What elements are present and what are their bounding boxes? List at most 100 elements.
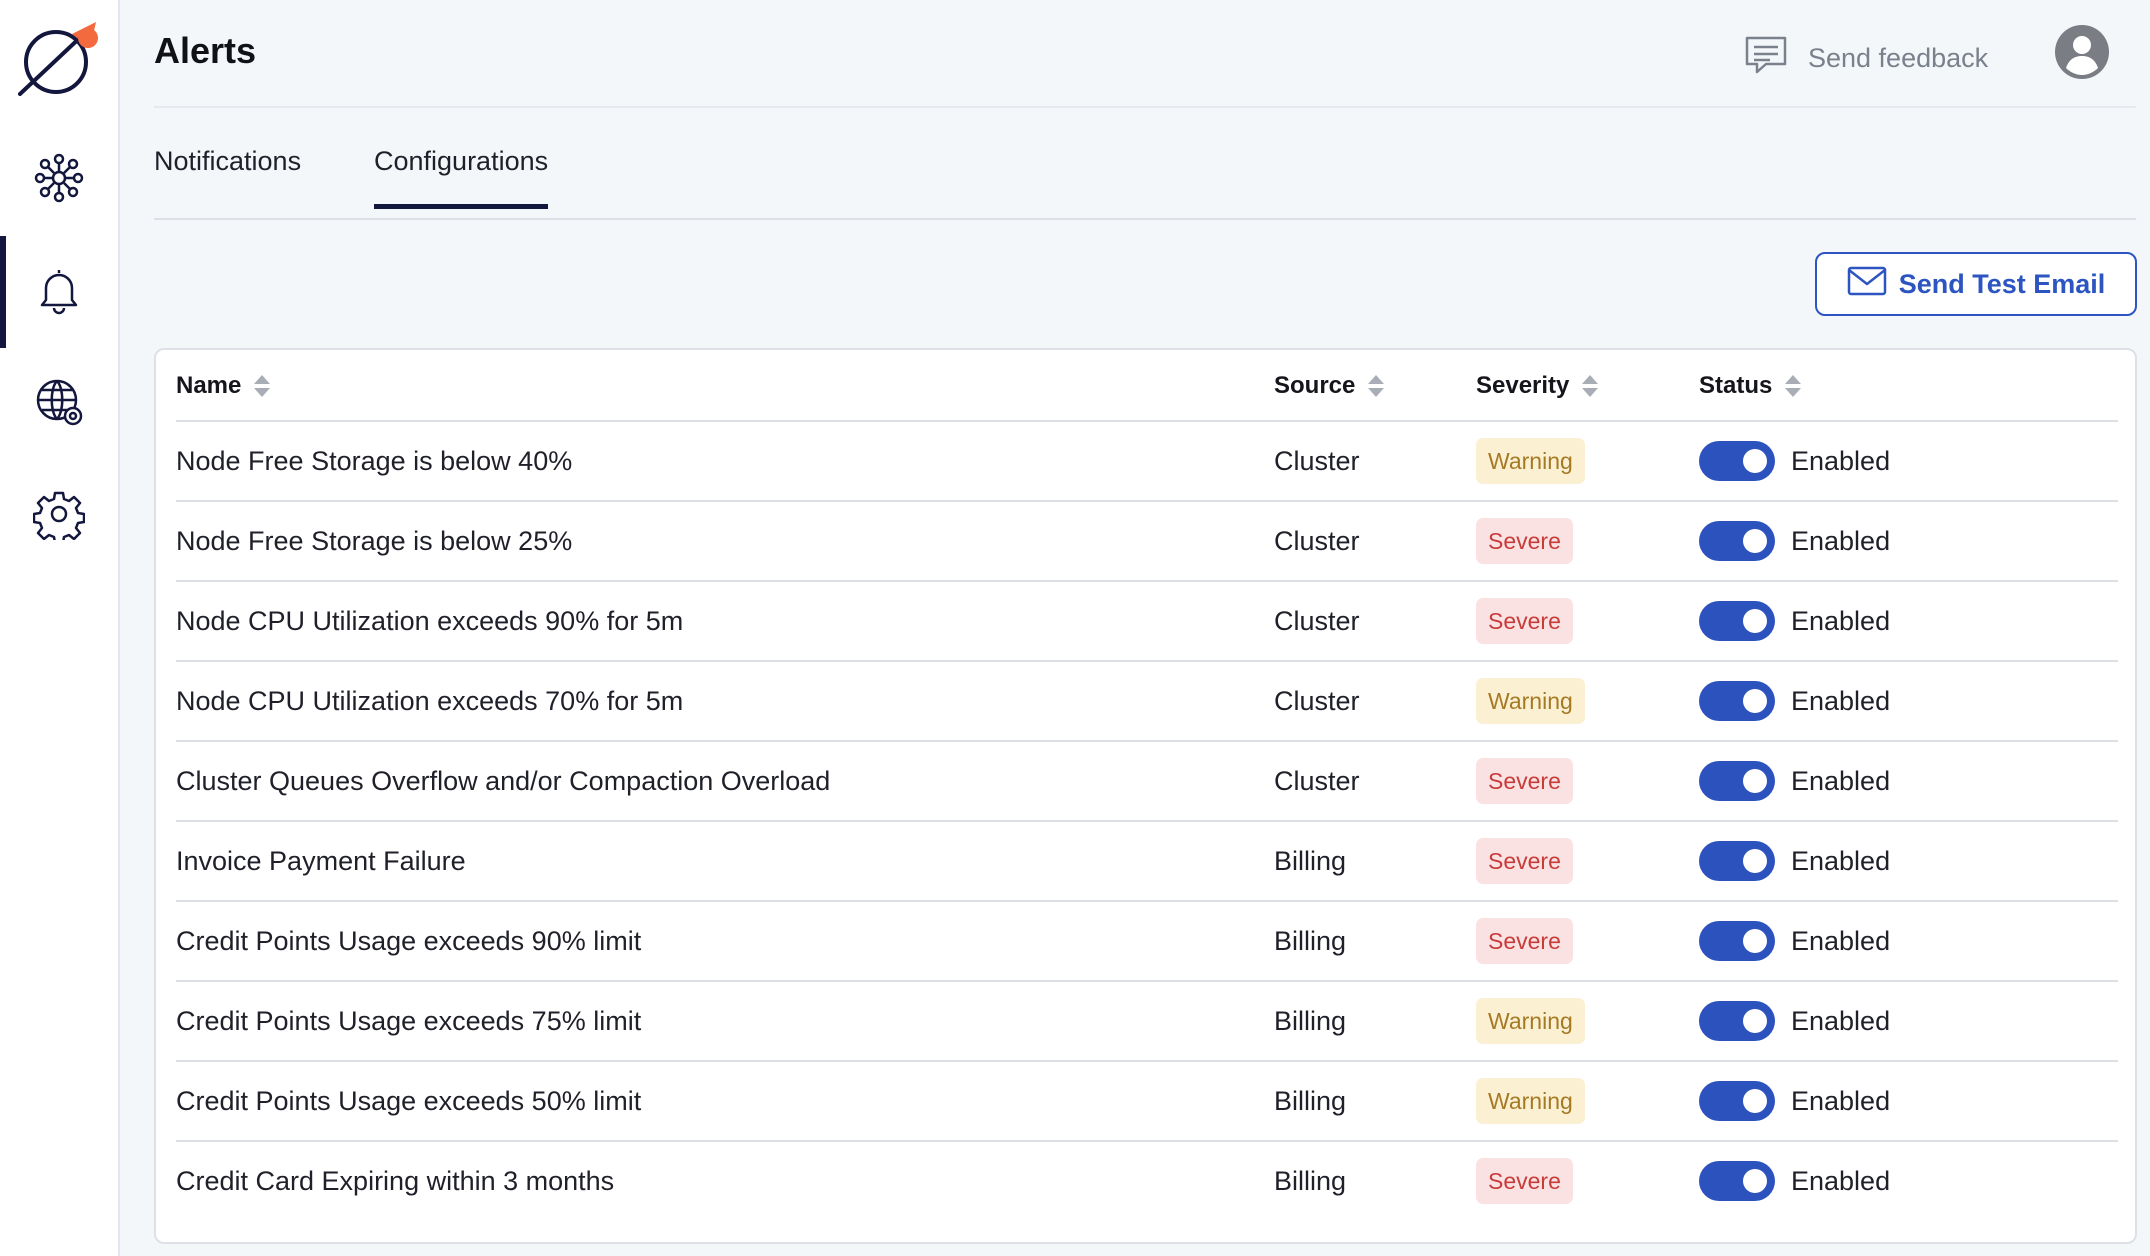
severity-cell: Severe — [1476, 742, 1573, 820]
alert-name: Cluster Queues Overflow and/or Compactio… — [176, 765, 831, 796]
severity-cell: Warning — [1476, 662, 1585, 740]
status-toggle[interactable] — [1699, 761, 1775, 801]
send-feedback-button[interactable]: Send feedback — [1744, 34, 1988, 82]
column-header-label: Status — [1699, 372, 1773, 399]
alerts-table-card: Name Source Severity Status Node Free St… — [154, 348, 2137, 1244]
alert-source: Billing — [1274, 1005, 1347, 1036]
status-toggle[interactable] — [1699, 601, 1775, 641]
table-row: Credit Card Expiring within 3 months Bill… — [176, 1142, 2118, 1222]
send-test-email-button[interactable]: Send Test Email — [1815, 252, 2137, 316]
severity-cell: Severe — [1476, 902, 1573, 980]
status-cell: Enabled — [1699, 422, 1890, 500]
status-toggle[interactable] — [1699, 921, 1775, 961]
status-cell: Enabled — [1699, 742, 1890, 820]
status-toggle[interactable] — [1699, 1161, 1775, 1201]
sort-icon — [1785, 375, 1802, 397]
status-toggle[interactable] — [1699, 841, 1775, 881]
status-toggle[interactable] — [1699, 1081, 1775, 1121]
alerts-table: Name Source Severity Status Node Free St… — [176, 350, 2118, 1222]
severity-cell: Severe — [1476, 1142, 1573, 1220]
alert-name: Credit Points Usage exceeds 90% limit — [176, 925, 642, 956]
status-label: Enabled — [1791, 605, 1891, 636]
page-title: Alerts — [154, 30, 257, 71]
status-toggle[interactable] — [1699, 1001, 1775, 1041]
alert-source: Billing — [1274, 845, 1347, 876]
sidebar-item-alerts[interactable] — [0, 236, 118, 348]
status-label: Enabled — [1791, 445, 1891, 476]
status-label: Enabled — [1791, 925, 1891, 956]
tab-bar: Notifications Configurations — [154, 140, 2136, 220]
column-header-source[interactable]: Source — [1274, 372, 1385, 400]
severity-badge: Warning — [1476, 998, 1585, 1044]
chat-bubble-icon — [1744, 34, 1788, 83]
tab-configurations[interactable]: Configurations — [374, 146, 549, 209]
alert-source: Cluster — [1274, 765, 1360, 796]
alert-name: Invoice Payment Failure — [176, 845, 466, 876]
alert-name: Node CPU Utilization exceeds 90% for 5m — [176, 605, 684, 636]
alert-name: Credit Card Expiring within 3 months — [176, 1165, 615, 1196]
severity-cell: Warning — [1476, 1062, 1585, 1140]
severity-cell: Warning — [1476, 982, 1585, 1060]
cluster-network-icon — [33, 152, 85, 209]
table-row: Credit Points Usage exceeds 75% limit Bil… — [176, 982, 2118, 1062]
severity-badge: Severe — [1476, 598, 1573, 644]
status-cell: Enabled — [1699, 582, 1890, 660]
status-label: Enabled — [1791, 685, 1891, 716]
status-cell: Enabled — [1699, 1142, 1890, 1220]
app-logo-icon[interactable] — [14, 20, 106, 96]
sort-icon — [254, 375, 271, 397]
status-cell: Enabled — [1699, 1062, 1890, 1140]
status-toggle[interactable] — [1699, 681, 1775, 721]
severity-badge: Warning — [1476, 1078, 1585, 1124]
sort-icon — [1582, 375, 1599, 397]
alert-source: Billing — [1274, 1085, 1347, 1116]
globe-settings-icon — [33, 376, 85, 433]
sidebar-item-clusters[interactable] — [0, 124, 118, 236]
column-header-severity[interactable]: Severity — [1476, 372, 1599, 400]
severity-badge: Severe — [1476, 1158, 1573, 1204]
user-avatar-icon[interactable] — [2054, 24, 2110, 80]
status-toggle[interactable] — [1699, 521, 1775, 561]
alert-name: Credit Points Usage exceeds 75% limit — [176, 1005, 642, 1036]
status-label: Enabled — [1791, 765, 1891, 796]
tab-notifications[interactable]: Notifications — [154, 146, 301, 207]
alert-source: Billing — [1274, 925, 1347, 956]
table-row: Invoice Payment Failure Billing Severe Enab… — [176, 822, 2118, 902]
severity-badge: Warning — [1476, 438, 1585, 484]
envelope-icon — [1847, 266, 1887, 303]
column-header-name[interactable]: Name — [176, 372, 271, 400]
table-row: Node Free Storage is below 25% Cluster Sev… — [176, 502, 2118, 582]
sort-icon — [1368, 375, 1385, 397]
column-header-label: Name — [176, 372, 242, 399]
status-cell: Enabled — [1699, 662, 1890, 740]
severity-cell: Warning — [1476, 422, 1585, 500]
header-divider — [154, 106, 2136, 108]
status-cell: Enabled — [1699, 822, 1890, 900]
status-label: Enabled — [1791, 1085, 1891, 1116]
status-label: Enabled — [1791, 845, 1891, 876]
table-row: Credit Points Usage exceeds 50% limit Bil… — [176, 1062, 2118, 1142]
status-toggle[interactable] — [1699, 441, 1775, 481]
status-label: Enabled — [1791, 525, 1891, 556]
gear-icon — [32, 488, 86, 545]
severity-cell: Severe — [1476, 822, 1573, 900]
severity-cell: Severe — [1476, 582, 1573, 660]
bell-icon — [33, 264, 85, 321]
sidebar-item-settings[interactable] — [0, 460, 118, 572]
table-row: Credit Points Usage exceeds 90% limit Bil… — [176, 902, 2118, 982]
alert-source: Billing — [1274, 1165, 1347, 1196]
alert-source: Cluster — [1274, 685, 1360, 716]
alert-name: Node Free Storage is below 40% — [176, 445, 573, 476]
alert-source: Cluster — [1274, 445, 1360, 476]
sidebar-item-regions[interactable] — [0, 348, 118, 460]
tabs-divider — [154, 218, 2136, 220]
send-test-email-label: Send Test Email — [1898, 268, 2106, 299]
send-feedback-label: Send feedback — [1808, 42, 1989, 73]
status-cell: Enabled — [1699, 502, 1890, 580]
table-body: Node Free Storage is below 40% Cluster War… — [176, 422, 2118, 1222]
column-header-label: Severity — [1476, 372, 1570, 399]
status-cell: Enabled — [1699, 902, 1890, 980]
column-header-status[interactable]: Status — [1699, 372, 1802, 400]
severity-cell: Severe — [1476, 502, 1573, 580]
status-label: Enabled — [1791, 1165, 1891, 1196]
